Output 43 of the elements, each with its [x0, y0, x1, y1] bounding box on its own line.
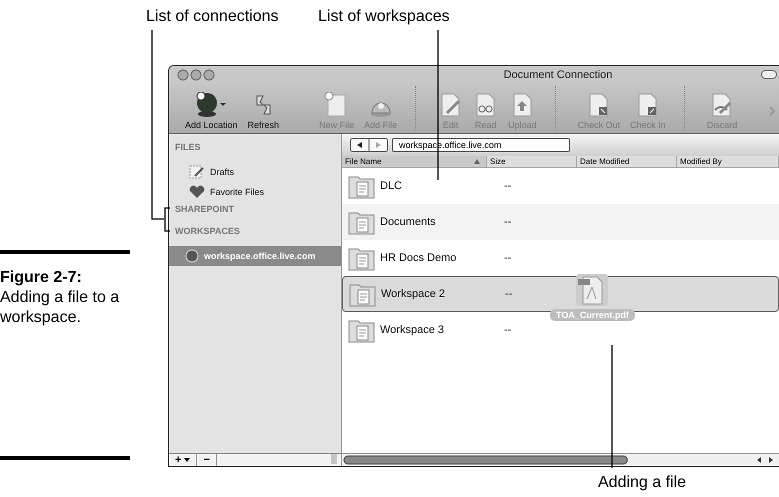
- table-row[interactable]: Workspace 2 --: [342, 276, 779, 312]
- size-cell-text: --: [503, 216, 512, 228]
- dragged-file-name: TOA_Current.pdf: [550, 309, 635, 321]
- file-name: DLC: [380, 180, 402, 192]
- column-header[interactable]: Modified By: [677, 156, 779, 167]
- window-title: Document Connection: [502, 69, 612, 81]
- window-buttons-icon: [177, 69, 217, 81]
- callout-label: Adding a file: [598, 474, 686, 492]
- caret-icon: [184, 458, 190, 462]
- file-name: HR Docs Demo: [380, 252, 456, 264]
- table-row[interactable]: Documents --: [342, 204, 779, 240]
- toolbar-button[interactable]: Add Location: [185, 92, 238, 130]
- section-heading: SHAREPOINT: [174, 203, 236, 216]
- sidebar-item[interactable]: Favorite Files: [169, 182, 341, 202]
- callout-label: List of workspaces: [318, 8, 450, 26]
- resize-grip-icon[interactable]: [331, 454, 337, 464]
- globe-icon: [185, 249, 199, 263]
- section-heading: WORKSPACES: [174, 225, 241, 238]
- add-button[interactable]: +: [169, 454, 198, 466]
- toolbar-button[interactable]: Refresh: [248, 92, 280, 130]
- size-cell-text: --: [503, 324, 512, 336]
- drafts-icon: [189, 165, 205, 179]
- pdf-file-icon: [575, 273, 610, 307]
- size-cell-text: --: [503, 180, 512, 192]
- file-name: Workspace 3: [380, 324, 444, 336]
- size-cell-text: --: [503, 252, 512, 264]
- callout-label: List of connections: [146, 8, 279, 26]
- column-header[interactable]: File Name: [342, 156, 487, 167]
- back-forward-icon[interactable]: [350, 138, 388, 152]
- figure-caption: Figure 2-7: Adding a file to a workspace.: [0, 268, 120, 328]
- size-cell-text: --: [504, 288, 514, 300]
- column-header[interactable]: Date Modified: [577, 156, 677, 167]
- globe-icon: [195, 92, 228, 118]
- section-heading: FILES: [174, 141, 202, 154]
- sidebar-item[interactable]: Drafts: [169, 162, 341, 182]
- sort-icon: [474, 159, 480, 164]
- file-name: Workspace 2: [381, 288, 445, 300]
- horizontal-scrollbar[interactable]: [342, 453, 779, 466]
- toolbar-toggle-icon: [761, 70, 777, 79]
- file-name: Documents: [380, 216, 436, 228]
- heart-icon: [189, 185, 205, 199]
- column-header[interactable]: Size: [487, 156, 577, 167]
- remove-button[interactable]: −: [197, 454, 217, 466]
